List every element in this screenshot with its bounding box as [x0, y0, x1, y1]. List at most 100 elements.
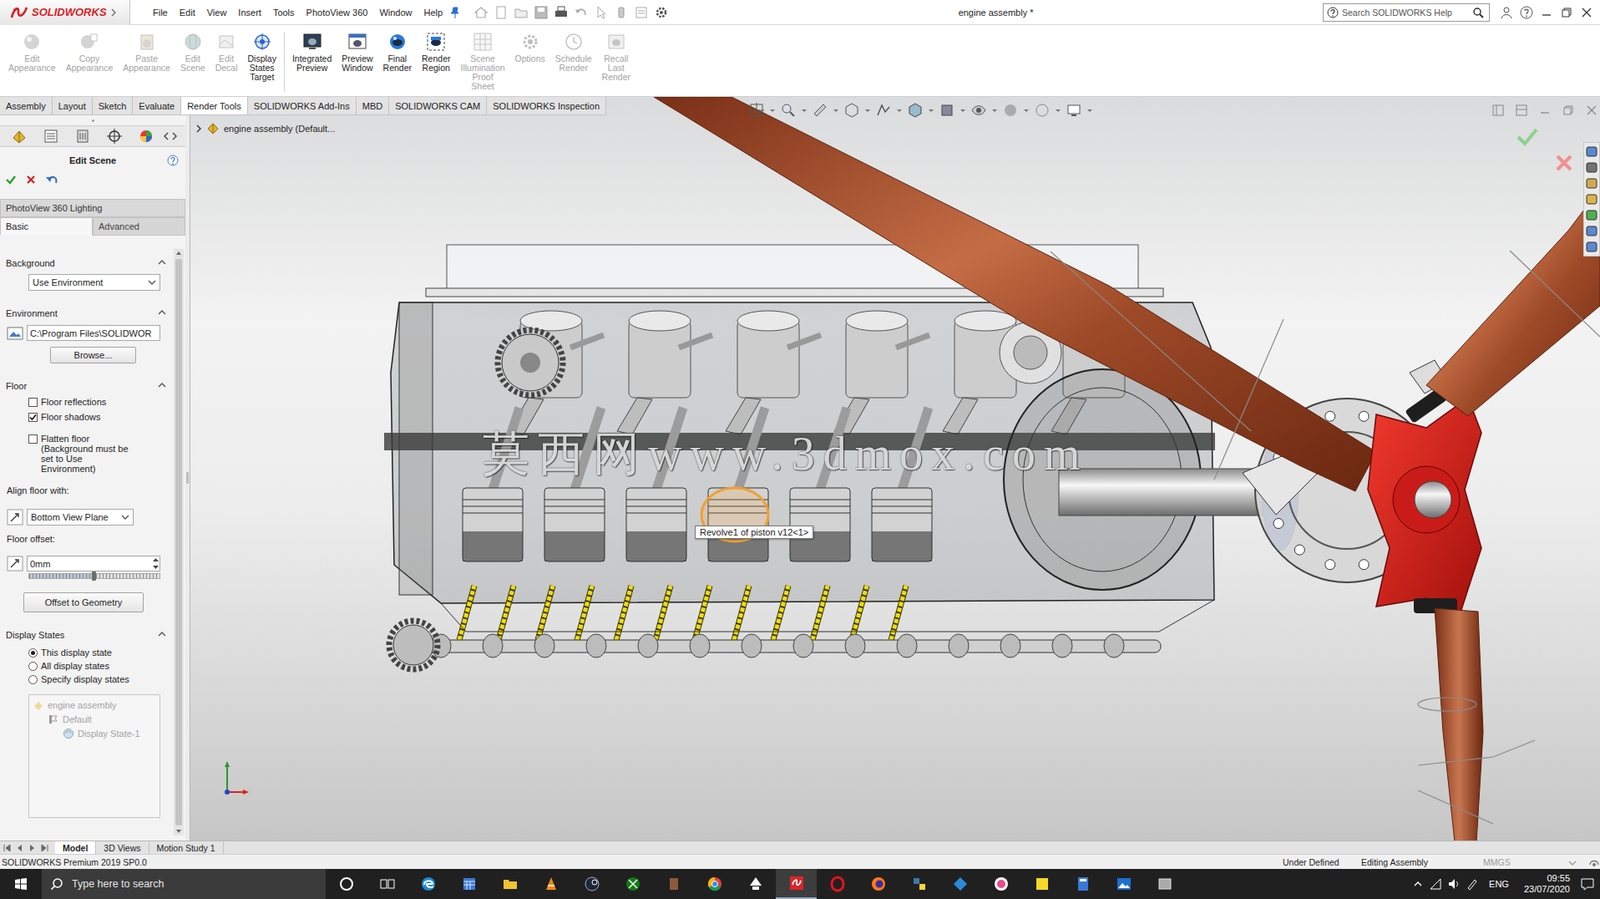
ribbon-button[interactable]: Options — [510, 31, 551, 64]
property-manager-icon[interactable] — [42, 127, 60, 145]
status-item[interactable]: Editing Assembly — [1361, 856, 1484, 867]
minimize-icon[interactable] — [1538, 103, 1552, 117]
radio[interactable] — [28, 674, 38, 684]
radio[interactable] — [28, 648, 38, 658]
taskbar-app[interactable] — [980, 868, 1022, 899]
bottom-tab[interactable]: Motion Study 1 — [149, 840, 224, 854]
decal-icon[interactable] — [216, 31, 237, 52]
status-item[interactable]: MMGS — [1483, 856, 1567, 867]
undo-icon[interactable] — [45, 173, 59, 186]
ribbon-button[interactable]: Edit Decal — [210, 31, 244, 73]
tray-expand-icon[interactable] — [1412, 877, 1424, 890]
tree-item[interactable]: Default — [29, 711, 160, 726]
offset-slider[interactable] — [28, 572, 161, 579]
previous-view-icon[interactable] — [811, 101, 829, 119]
slider-thumb[interactable] — [91, 571, 97, 581]
options-icon[interactable] — [520, 31, 541, 52]
dropdown-arrow-icon[interactable] — [801, 101, 807, 119]
hide-show-icon[interactable] — [970, 101, 988, 119]
scroll-thumb[interactable] — [175, 258, 183, 826]
dropdown[interactable]: Bottom View Plane — [26, 508, 134, 526]
breadcrumb[interactable]: engine assembly (Default... — [195, 121, 335, 136]
paste-appearance-icon[interactable] — [136, 31, 157, 52]
command-tab[interactable]: MBD — [356, 96, 390, 115]
menu-item[interactable]: Tools — [267, 5, 301, 20]
restore-icon[interactable] — [1559, 5, 1574, 20]
dropdown-arrow-icon[interactable] — [896, 101, 902, 119]
panel-scrollbar[interactable] — [173, 248, 184, 836]
taskbar-app[interactable] — [816, 868, 858, 899]
dropdown[interactable]: Use Environment — [28, 273, 161, 291]
checkbox[interactable] — [28, 397, 38, 407]
final-render-icon[interactable] — [387, 31, 408, 52]
solidworks-logo[interactable]: SOLIDWORKS — [0, 0, 131, 26]
ribbon-button[interactable]: Paste Appearance — [117, 31, 176, 73]
dropdown-arrow-icon[interactable] — [769, 101, 775, 119]
configuration-manager-icon[interactable] — [74, 127, 92, 145]
tree-item[interactable]: engine assembly — [29, 697, 160, 712]
zoom-fit-icon[interactable] — [748, 101, 765, 119]
next-tab-icon[interactable] — [26, 842, 39, 853]
menu-item[interactable]: PhotoView 360 — [300, 5, 375, 20]
rebuild-icon[interactable] — [613, 5, 629, 21]
dropdown-arrow-icon[interactable] — [865, 101, 871, 119]
command-tab[interactable]: SOLIDWORKS Inspection — [486, 96, 607, 115]
start-button[interactable] — [0, 868, 42, 899]
menu-item[interactable]: View — [201, 5, 233, 20]
panel-splitter[interactable] — [185, 115, 190, 841]
dropdown-arrow-icon[interactable] — [1055, 101, 1061, 119]
collapse-icon[interactable] — [156, 629, 168, 640]
dynamic-annotation-icon[interactable] — [875, 101, 892, 119]
taskbar-app[interactable] — [1144, 868, 1185, 899]
expand-arrow-icon[interactable] — [110, 8, 117, 17]
tree-item[interactable]: Display State-1 — [29, 725, 160, 740]
taskbar-app[interactable] — [653, 868, 694, 899]
dropdown-arrow-icon[interactable] — [928, 101, 934, 119]
properties-icon[interactable] — [1584, 223, 1599, 238]
command-tab[interactable]: Evaluate — [132, 96, 182, 115]
confirm-check-icon[interactable] — [1516, 126, 1539, 147]
restore-icon[interactable] — [1561, 103, 1575, 117]
ok-check-icon[interactable] — [5, 173, 17, 186]
forum-icon[interactable] — [1584, 239, 1599, 254]
dropdown-arrow-icon[interactable] — [1023, 101, 1029, 119]
ribbon-button[interactable]: Schedule Render — [550, 31, 598, 73]
command-tab[interactable]: Assembly — [0, 96, 53, 115]
user-icon[interactable] — [1499, 5, 1514, 20]
recall-render-icon[interactable] — [606, 31, 627, 52]
display-manager-icon[interactable] — [137, 127, 155, 145]
render-region-icon[interactable] — [425, 31, 446, 52]
status-item[interactable]: Under Defined — [1282, 856, 1362, 867]
collapse-icon[interactable] — [156, 308, 168, 319]
cancel-x-icon[interactable] — [25, 173, 37, 186]
taskbar-app[interactable] — [1062, 868, 1104, 899]
view-settings-icon[interactable] — [1065, 101, 1083, 119]
search-input[interactable] — [1341, 7, 1469, 18]
taskbar-app[interactable] — [325, 868, 367, 899]
bottom-tab[interactable]: Model — [55, 840, 97, 854]
taskbar-search[interactable] — [41, 868, 326, 899]
dropdown-arrow-icon[interactable] — [960, 101, 966, 119]
dropdown-arrow-icon[interactable] — [992, 101, 998, 119]
target-icon[interactable] — [252, 31, 273, 52]
taskbar-app[interactable] — [898, 868, 940, 899]
proof-sheet-icon[interactable] — [472, 31, 493, 52]
dropdown-arrow-icon[interactable] — [1087, 101, 1093, 119]
previous-tab-icon[interactable] — [14, 842, 26, 853]
taskbar-app[interactable] — [1021, 868, 1063, 899]
undo-icon[interactable] — [573, 5, 589, 21]
scene-icon[interactable] — [182, 31, 203, 52]
preview-window-icon[interactable] — [347, 31, 368, 52]
last-tab-icon[interactable] — [39, 842, 51, 853]
ribbon-button[interactable]: Edit Appearance — [3, 31, 61, 73]
first-tab-icon[interactable] — [1, 842, 14, 853]
ribbon-button[interactable]: Integrated Preview — [287, 31, 337, 73]
graphics-area[interactable]: engine assembly (Default...莫西网www.3dmox.… — [190, 96, 1600, 841]
command-tab[interactable]: SOLIDWORKS CAM — [389, 96, 487, 115]
resources-icon[interactable] — [1584, 160, 1599, 175]
split-icon[interactable] — [1514, 103, 1529, 117]
file-properties-icon[interactable] — [633, 5, 649, 21]
library-icon[interactable] — [1584, 176, 1599, 191]
browse-button[interactable]: Browse... — [50, 346, 137, 364]
help-icon[interactable] — [167, 154, 179, 167]
